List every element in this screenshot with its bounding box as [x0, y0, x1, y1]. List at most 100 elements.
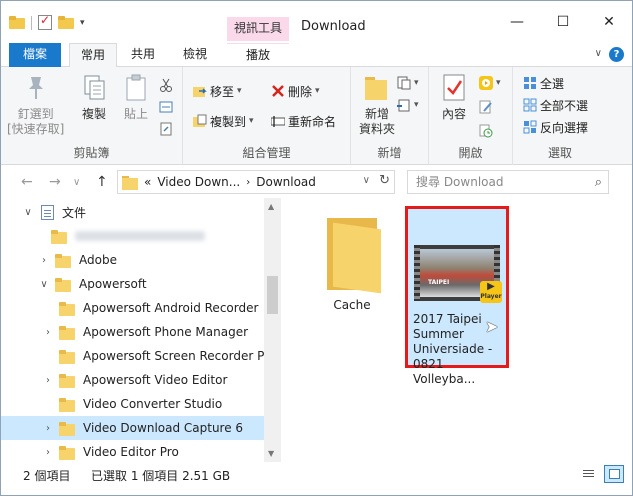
- customize-qat-icon[interactable]: ▾: [80, 18, 85, 28]
- chevron-right-icon[interactable]: ›: [41, 375, 55, 386]
- refresh-icon[interactable]: ↻: [379, 173, 390, 188]
- pin-quick-access-button[interactable]: 釘選到 [快速存取]: [7, 73, 64, 137]
- easy-access-button[interactable]: ▾: [397, 95, 419, 115]
- new-folder-button[interactable]: 新增 資料夾: [359, 73, 395, 137]
- explorer-window: ▾ 視訊工具 Download — ☐ ✕ 檔案 常用 共用 檢視 播放 ∨ ?…: [0, 0, 633, 496]
- tab-file[interactable]: 檔案: [9, 43, 61, 67]
- chevron-down-icon[interactable]: ∨: [37, 279, 51, 290]
- help-icon[interactable]: ?: [609, 47, 624, 62]
- organize-group-label: 組合管理: [242, 146, 291, 160]
- chevron-right-icon[interactable]: ›: [37, 255, 51, 266]
- move-to-icon: [193, 84, 207, 98]
- tree-item-documents[interactable]: ∨ 文件: [1, 200, 264, 224]
- tree-item-video-editor[interactable]: › Apowersoft Video Editor: [1, 368, 264, 392]
- file-item-cache[interactable]: Cache: [313, 214, 391, 312]
- chevron-down-icon: ▾: [414, 78, 419, 88]
- delete-button[interactable]: 刪除 ▾: [271, 81, 320, 101]
- folder-icon: [59, 421, 75, 436]
- move-to-button[interactable]: 移至 ▾: [193, 81, 242, 101]
- up-arrow-icon[interactable]: ↑: [96, 174, 108, 190]
- tree-item-adobe[interactable]: › Adobe: [1, 248, 264, 272]
- address-dropdown-icon[interactable]: ∨: [363, 175, 370, 186]
- details-view-icon: [583, 470, 594, 471]
- copy-path-button[interactable]: [159, 97, 173, 117]
- invert-selection-button[interactable]: 反向選擇: [523, 117, 588, 137]
- tree-item-video-download-capture[interactable]: › Video Download Capture 6: [1, 416, 264, 440]
- player-badge-icon: ▶ Player: [480, 281, 502, 303]
- history-icon: [479, 124, 493, 138]
- new-folder-qat-icon[interactable]: [58, 16, 74, 29]
- chevron-down-icon[interactable]: ∨: [21, 207, 35, 218]
- copy-button[interactable]: 複製: [79, 73, 109, 122]
- tree-item-video-converter[interactable]: Video Converter Studio: [1, 392, 264, 416]
- details-view-button[interactable]: [578, 465, 598, 483]
- rename-button[interactable]: 重新命名: [270, 111, 336, 131]
- chevron-right-icon[interactable]: ›: [41, 327, 55, 338]
- open-group-label: 開啟: [458, 146, 483, 160]
- scrollbar-thumb[interactable]: [267, 276, 278, 314]
- tab-view[interactable]: 檢視: [169, 43, 221, 67]
- file-name: Cache: [333, 298, 371, 312]
- tree-item-apowersoft[interactable]: ∨ Apowersoft: [1, 272, 264, 296]
- forward-arrow-icon[interactable]: →: [49, 174, 61, 190]
- copy-to-button[interactable]: 複製到 ▾: [193, 111, 254, 131]
- tree-item-android-recorder[interactable]: Apowersoft Android Recorder: [1, 296, 264, 320]
- edit-button[interactable]: [479, 97, 493, 117]
- nav-pane-scrollbar[interactable]: ▲ ▼: [264, 198, 281, 462]
- tree-item-video-editor-pro[interactable]: › Video Editor Pro: [1, 440, 264, 462]
- breadcrumb-separator-icon[interactable]: ›: [246, 177, 250, 188]
- maximize-button[interactable]: ☐: [540, 1, 586, 43]
- select-none-button[interactable]: 全部不選: [523, 95, 588, 115]
- file-list: Cache TAIPEI ▶ Player 2017 Taipei Summer…: [285, 198, 632, 462]
- chevron-down-icon: ▾: [249, 116, 254, 126]
- chevron-down-icon: ▾: [414, 100, 419, 110]
- properties-icon: [439, 73, 469, 103]
- back-arrow-icon[interactable]: ←: [21, 174, 33, 190]
- thumbnail-text: TAIPEI: [428, 279, 450, 286]
- new-item-button[interactable]: ▾: [397, 73, 419, 93]
- history-button[interactable]: [479, 121, 493, 141]
- chevron-down-icon: ▾: [315, 86, 320, 96]
- minimize-button[interactable]: —: [494, 1, 540, 43]
- tab-play[interactable]: 播放: [227, 43, 289, 67]
- folder-icon: [55, 277, 71, 292]
- address-prefix: «: [144, 175, 152, 189]
- close-button[interactable]: ✕: [586, 1, 632, 43]
- paste-button[interactable]: 貼上: [121, 73, 151, 122]
- tab-share[interactable]: 共用: [121, 43, 165, 67]
- large-icons-view-button[interactable]: [604, 465, 624, 483]
- navigation-bar: ← → ∨ ↑ « Video Down... › Download ∨ ↻ 搜…: [1, 166, 632, 198]
- pin-icon: [21, 73, 51, 103]
- properties-button[interactable]: 內容: [439, 73, 469, 122]
- recent-locations-icon[interactable]: ∨: [73, 177, 80, 188]
- search-icon: ⌕: [594, 175, 602, 190]
- scroll-up-icon[interactable]: ▲: [268, 202, 274, 211]
- folder-icon: [59, 397, 75, 412]
- organize-group: 移至 ▾ 複製到 ▾ 刪除 ▾ 重新命名 組合管理: [183, 67, 351, 165]
- properties-qat-icon[interactable]: [38, 13, 52, 30]
- select-all-button[interactable]: 全選: [523, 73, 564, 93]
- folder-icon: [9, 16, 25, 29]
- quick-access-toolbar: ▾: [9, 13, 85, 30]
- collapse-ribbon-icon[interactable]: ∨: [595, 48, 602, 59]
- ribbon: 釘選到 [快速存取] 複製 貼上 剪貼簿 移至 ▾ 複製到 ▾ 刪除 ▾ 重新命…: [1, 67, 632, 165]
- open-with-button[interactable]: ▾: [479, 73, 501, 93]
- search-input[interactable]: 搜尋 Download ⌕: [407, 170, 609, 194]
- paste-shortcut-button[interactable]: [159, 119, 173, 139]
- tree-item-screen-recorder[interactable]: Apowersoft Screen Recorder Pro: [1, 344, 276, 368]
- file-item-video[interactable]: TAIPEI ▶ Player 2017 Taipei Summer Unive…: [405, 206, 509, 386]
- copy-to-icon: [193, 114, 207, 128]
- chevron-down-icon: ▾: [237, 86, 242, 96]
- cut-button[interactable]: [159, 75, 173, 95]
- large-icons-view-icon: [609, 469, 620, 479]
- scroll-down-icon[interactable]: ▼: [268, 449, 274, 458]
- tree-item-hidden[interactable]: [1, 224, 264, 248]
- breadcrumb-segment[interactable]: Download: [256, 175, 316, 189]
- tree-item-phone-manager[interactable]: › Apowersoft Phone Manager: [1, 320, 264, 344]
- folder-icon: [55, 253, 71, 268]
- chevron-right-icon[interactable]: ›: [41, 423, 55, 434]
- chevron-right-icon[interactable]: ›: [41, 447, 55, 458]
- address-bar[interactable]: « Video Down... › Download ∨ ↻: [117, 170, 395, 194]
- tab-home[interactable]: 常用: [69, 43, 117, 68]
- breadcrumb-segment[interactable]: Video Down...: [157, 175, 240, 189]
